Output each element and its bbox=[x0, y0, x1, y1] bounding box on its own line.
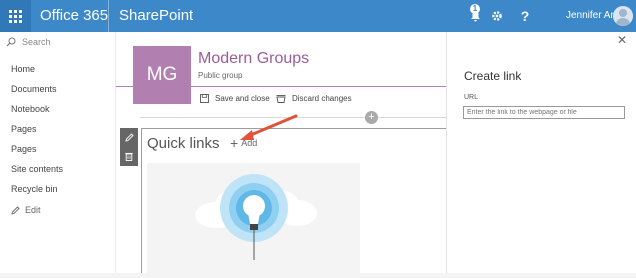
suite-bar: Office 365 SharePoint 1 ? Jennifer Ann bbox=[0, 0, 636, 32]
url-input[interactable] bbox=[463, 106, 625, 119]
gear-icon bbox=[492, 11, 502, 21]
site-logo[interactable]: MG bbox=[133, 46, 191, 104]
lightbulb-cloud-illustration bbox=[195, 174, 317, 260]
nav-item-home[interactable]: Home bbox=[11, 64, 35, 74]
quick-links-title[interactable]: Quick links bbox=[147, 135, 220, 152]
search-icon bbox=[6, 37, 16, 47]
pencil-icon bbox=[124, 133, 134, 142]
settings-button[interactable] bbox=[482, 0, 512, 32]
trash-icon bbox=[125, 152, 133, 161]
discard-changes-button[interactable]: Discard changes bbox=[276, 94, 352, 103]
site-subtitle: Public group bbox=[198, 71, 243, 80]
discard-icon bbox=[276, 95, 286, 103]
webpart-border-top bbox=[141, 128, 446, 129]
notification-badge: 1 bbox=[470, 4, 480, 14]
add-link-button[interactable]: + Add bbox=[230, 135, 258, 151]
edit-label: Edit bbox=[25, 205, 41, 215]
header-divider bbox=[116, 86, 446, 87]
nav-item-notebook[interactable]: Notebook bbox=[11, 104, 50, 114]
discard-label: Discard changes bbox=[292, 94, 352, 103]
delete-webpart-button[interactable] bbox=[120, 147, 138, 166]
save-label: Save and close bbox=[215, 94, 270, 103]
add-label: Add bbox=[241, 138, 258, 148]
quick-links-placeholder bbox=[147, 163, 360, 273]
plus-icon: + bbox=[230, 135, 239, 151]
sharepoint-link[interactable]: SharePoint bbox=[119, 7, 193, 24]
nav-item-pages[interactable]: Pages bbox=[11, 124, 37, 134]
nav-item-recycle-bin[interactable]: Recycle bin bbox=[11, 184, 58, 194]
app-launcher-button[interactable] bbox=[0, 0, 31, 32]
pencil-icon bbox=[11, 205, 20, 215]
url-label: URL bbox=[464, 94, 479, 101]
add-section-button[interactable]: + bbox=[365, 111, 378, 124]
nav-item-pages-2[interactable]: Pages bbox=[11, 144, 37, 154]
save-and-close-button[interactable]: Save and close bbox=[200, 94, 270, 103]
nav-item-documents[interactable]: Documents bbox=[11, 84, 57, 94]
webpart-toolbar bbox=[120, 128, 138, 166]
nav-item-site-contents[interactable]: Site contents bbox=[11, 164, 63, 174]
save-icon bbox=[200, 94, 209, 103]
edit-webpart-button[interactable] bbox=[120, 128, 138, 147]
section-divider bbox=[140, 117, 446, 118]
avatar[interactable] bbox=[613, 6, 633, 26]
edit-links-button[interactable]: Edit bbox=[11, 205, 41, 215]
search-placeholder: Search bbox=[22, 37, 51, 47]
help-button[interactable]: ? bbox=[510, 0, 540, 32]
panel-title: Create link bbox=[464, 69, 522, 83]
office365-link[interactable]: Office 365 bbox=[40, 7, 108, 24]
suite-divider bbox=[108, 0, 109, 32]
close-icon[interactable]: ✕ bbox=[617, 33, 627, 47]
webpart-border-left bbox=[141, 128, 142, 273]
site-title[interactable]: Modern Groups bbox=[198, 50, 309, 68]
waffle-icon bbox=[9, 9, 22, 23]
search-box[interactable]: Search bbox=[6, 32, 109, 52]
